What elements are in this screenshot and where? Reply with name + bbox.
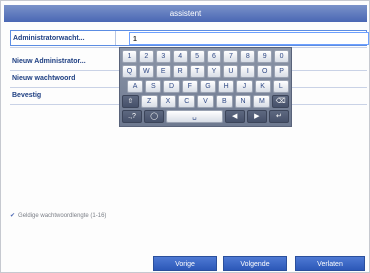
key-r[interactable]: R xyxy=(172,65,188,78)
key-4[interactable]: 4 xyxy=(172,50,188,63)
key-8[interactable]: 8 xyxy=(240,50,256,63)
key-p[interactable]: P xyxy=(274,65,290,78)
key-3[interactable]: 3 xyxy=(155,50,171,63)
key-j[interactable]: J xyxy=(236,80,253,93)
key-o[interactable]: O xyxy=(257,65,273,78)
next-button[interactable]: Volgende xyxy=(223,256,287,271)
key-0[interactable]: 0 xyxy=(274,50,290,63)
key-i[interactable]: I xyxy=(240,65,256,78)
key-t[interactable]: T xyxy=(189,65,205,78)
backspace-icon[interactable]: ⌫ xyxy=(272,95,290,108)
arrow-right-icon[interactable]: ▶ xyxy=(246,110,267,123)
key-a[interactable]: A xyxy=(127,80,144,93)
key-s[interactable]: S xyxy=(145,80,162,93)
key-h[interactable]: H xyxy=(218,80,235,93)
admin-password-row[interactable]: Administratorwacht... 1 xyxy=(10,30,369,46)
password-hint-text: Geldige wachtwoordlengte (1-16) xyxy=(18,213,107,219)
confirm-password-label: Bevestig xyxy=(12,92,42,99)
key-w[interactable]: W xyxy=(138,65,154,78)
key-u[interactable]: U xyxy=(223,65,239,78)
globe-icon[interactable]: ◯ xyxy=(144,110,165,123)
password-hint: ✔ Geldige wachtwoordlengte (1-16) xyxy=(10,212,106,219)
key-g[interactable]: G xyxy=(199,80,217,93)
key-5[interactable]: 5 xyxy=(189,50,205,63)
on-screen-keyboard: 1 2 3 4 5 6 7 8 9 0 Q W E R T Y U I O P … xyxy=(119,47,292,127)
key-q[interactable]: Q xyxy=(122,65,137,78)
row-separator xyxy=(115,31,116,45)
key-9[interactable]: 9 xyxy=(257,50,273,63)
key-7[interactable]: 7 xyxy=(223,50,239,63)
setup-wizard-dialog: assistent Administratorwacht... 1 Nieuw … xyxy=(0,0,370,273)
key-f[interactable]: F xyxy=(181,80,198,93)
admin-password-label: Administratorwacht... xyxy=(13,35,85,42)
key-1[interactable]: 1 xyxy=(122,50,137,63)
key-z[interactable]: Z xyxy=(140,95,158,108)
exit-button[interactable]: Verlaten xyxy=(295,256,365,271)
key-k[interactable]: K xyxy=(254,80,271,93)
arrow-left-icon[interactable]: ◀ xyxy=(224,110,245,123)
key-b[interactable]: B xyxy=(215,95,233,108)
key-d[interactable]: D xyxy=(163,80,180,93)
shift-icon[interactable]: ⇧ xyxy=(122,95,139,108)
key-n[interactable]: N xyxy=(234,95,252,108)
key-2[interactable]: 2 xyxy=(138,50,154,63)
admin-password-input[interactable]: 1 xyxy=(129,32,369,45)
key-c[interactable]: C xyxy=(178,95,196,108)
key-l[interactable]: L xyxy=(272,80,289,93)
key-v[interactable]: V xyxy=(197,95,214,108)
space-icon[interactable]: ␣ xyxy=(166,110,223,123)
previous-button[interactable]: Vorige xyxy=(153,256,217,271)
symbols-key[interactable]: .,? xyxy=(122,110,143,123)
window-title: assistent xyxy=(4,5,367,22)
key-e[interactable]: E xyxy=(155,65,171,78)
new-admin-password-label: Nieuw Administrator... xyxy=(12,58,86,65)
key-y[interactable]: Y xyxy=(206,65,222,78)
new-password-label: Nieuw wachtwoord xyxy=(12,75,76,82)
enter-icon[interactable]: ↵ xyxy=(268,110,289,123)
checkmark-icon: ✔ xyxy=(10,213,16,219)
key-m[interactable]: M xyxy=(253,95,271,108)
key-x[interactable]: X xyxy=(159,95,177,108)
key-6[interactable]: 6 xyxy=(206,50,222,63)
